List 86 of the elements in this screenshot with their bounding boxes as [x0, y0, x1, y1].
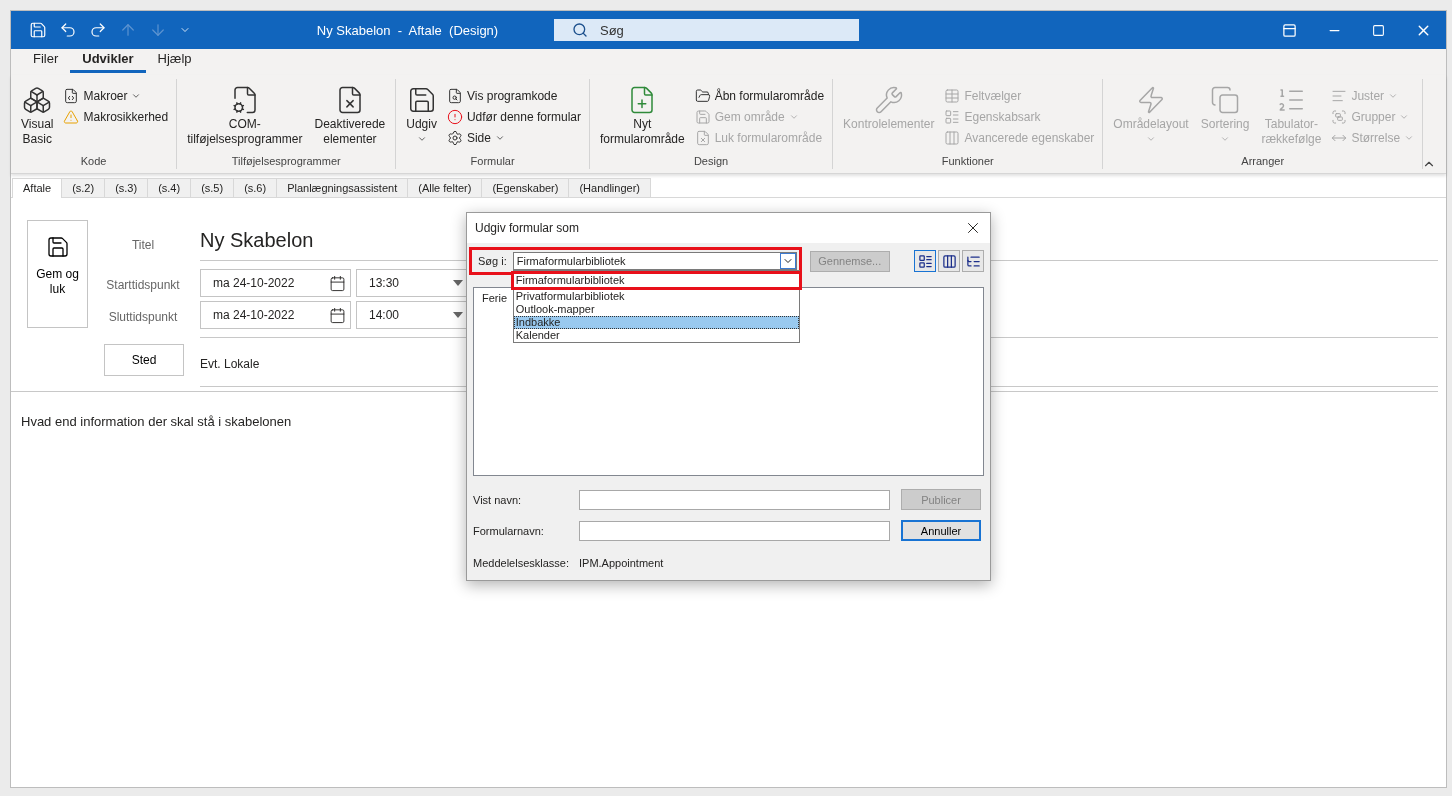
date-field[interactable]: ma 24-10-2022: [200, 269, 351, 297]
ribbon-button[interactable]: Åbn formularområde: [692, 87, 827, 105]
form-tab[interactable]: (Egenskaber): [481, 178, 570, 197]
form-name-input[interactable]: [579, 520, 890, 541]
search-icon: [572, 22, 588, 38]
macro-sheet-icon: [63, 88, 80, 104]
dropdown-option[interactable]: Indbakke: [513, 316, 799, 329]
search-placeholder: Søg: [600, 22, 624, 38]
field-label: Sluttidspunkt: [107, 310, 179, 324]
lightning-icon: [1136, 85, 1166, 115]
field-label: Titel: [130, 237, 156, 252]
chevron-icon[interactable]: [779, 253, 796, 269]
save-icon: [694, 109, 711, 125]
dropdown-arrow-icon[interactable]: [453, 312, 463, 318]
field-label: Meddelelsesklasse:: [473, 557, 570, 569]
save-icon: [45, 235, 70, 259]
columns-icon: [944, 130, 961, 146]
window-title: Ny Skabelon - Aftale (Design): [315, 22, 500, 38]
file-search-icon: [446, 88, 463, 104]
ribbon-display-icon[interactable]: [1282, 22, 1297, 38]
wrench-icon: [873, 85, 904, 115]
exclamation-icon: [446, 109, 463, 125]
group-label: Tilføjelsesprogrammer: [230, 155, 342, 167]
group-label: Formular: [469, 155, 516, 167]
form-tab[interactable]: (s.6): [233, 178, 278, 197]
group-label: Arranger: [1240, 155, 1286, 167]
form-tab[interactable]: (s.4): [147, 178, 192, 197]
redo-icon[interactable]: [89, 21, 107, 39]
form-tab[interactable]: Planlægningsassistent: [276, 178, 409, 197]
view-icon: [941, 253, 957, 269]
dropdown-option[interactable]: Firmaformularbibliotek: [510, 271, 802, 290]
calendar-icon[interactable]: [329, 274, 346, 292]
large-icons-view-button[interactable]: [914, 250, 936, 272]
field-label: Formularnavn:: [473, 524, 545, 537]
ribbon-button[interactable]: Makrosikkerhed: [61, 108, 171, 126]
location-button[interactable]: Sted: [104, 344, 184, 376]
warning-icon: [63, 109, 80, 125]
list-icon: [944, 109, 961, 125]
table-icon: [944, 88, 961, 104]
field-label: Starttidspunkt: [105, 278, 181, 292]
field-label: Søg i:: [478, 255, 507, 267]
list-view-button[interactable]: [938, 250, 960, 272]
form-tab[interactable]: (Alle felter): [407, 178, 483, 197]
folder-icon: [694, 88, 711, 104]
file-x-icon: [694, 130, 711, 146]
save-icon[interactable]: [29, 21, 47, 39]
menu-tab[interactable]: Hjælp: [145, 51, 204, 73]
boxes-icon: [22, 85, 53, 115]
align-icon: [1331, 88, 1348, 104]
form-tab[interactable]: Aftale: [12, 178, 63, 198]
group-icon: [1331, 109, 1348, 125]
date-field[interactable]: ma 24-10-2022: [200, 301, 351, 329]
save-close-button[interactable]: Gem og luk: [27, 220, 88, 328]
body-text: Hvad end information der skal stå i skabelonen: [21, 414, 292, 429]
view-icon: [917, 253, 933, 269]
group-label: Funktioner: [940, 155, 995, 167]
view-icon: [965, 253, 981, 269]
dropdown-arrow-icon[interactable]: [453, 280, 463, 286]
ribbon-button[interactable]: Deaktiverede elementer: [310, 85, 390, 155]
display-name-input[interactable]: [579, 489, 890, 510]
menu-tab[interactable]: Filer: [21, 51, 71, 73]
group-label: Kode: [79, 155, 108, 167]
ribbon-button[interactable]: Makroer: [61, 87, 171, 105]
ribbon-button[interactable]: Vis programkode: [444, 87, 583, 105]
message-class-value: IPM.Appointment: [579, 557, 664, 569]
cancel-button[interactable]: Annuller: [901, 520, 981, 541]
ribbon-button[interactable]: Side: [444, 129, 583, 147]
dialog-title: Udgiv formular som: [475, 221, 580, 235]
details-view-button[interactable]: [962, 250, 984, 272]
form-tab[interactable]: (Handlinger): [568, 178, 651, 197]
undo-icon[interactable]: [59, 21, 77, 39]
ribbon-button[interactable]: Udfør denne formular: [444, 108, 583, 126]
calendar-icon[interactable]: [329, 306, 346, 324]
ribbon-button[interactable]: Udgiv: [402, 85, 441, 155]
maximize-icon[interactable]: [1372, 23, 1385, 37]
form-tab[interactable]: (s.3): [104, 178, 149, 197]
group-label: Design: [692, 155, 730, 167]
settings-icon: [446, 130, 463, 146]
ribbon-button[interactable]: Nyt formularområde: [596, 85, 689, 155]
ribbon-button[interactable]: COM-tilføjelsesprogrammer: [183, 85, 307, 155]
form-tab[interactable]: (s.5): [190, 178, 235, 197]
search-field[interactable]: Søg: [554, 19, 859, 41]
field-label: Vist navn:: [473, 493, 523, 506]
copy-icon: [1210, 85, 1241, 115]
form-tab[interactable]: (s.2): [61, 178, 106, 197]
ribbon-button[interactable]: Visual Basic: [17, 85, 58, 155]
